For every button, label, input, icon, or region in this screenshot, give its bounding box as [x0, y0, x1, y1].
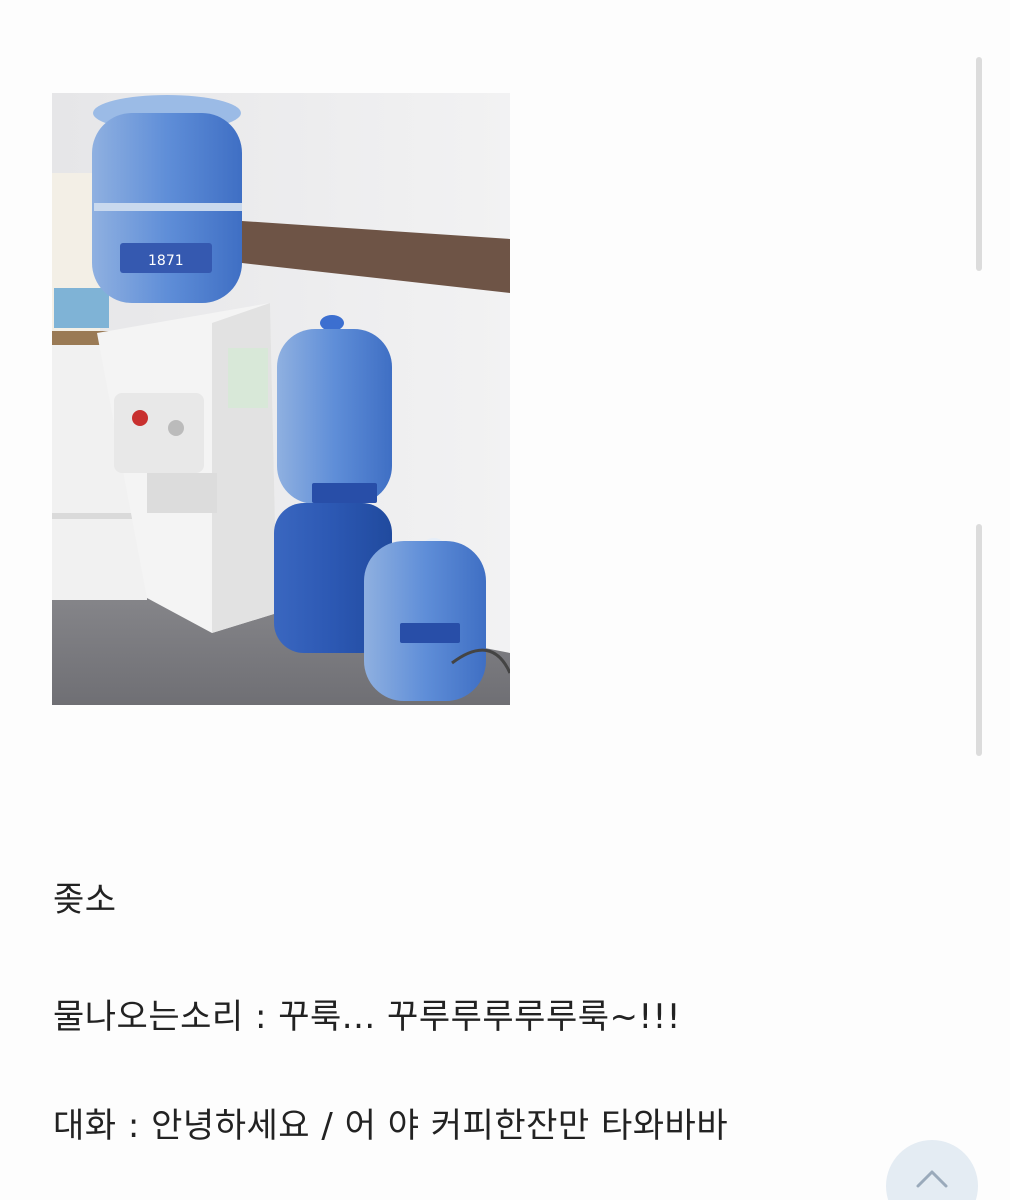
post-image[interactable]: 1871 [52, 93, 510, 705]
post-page: 1871 좆소 물나오는소리 : 꾸룩... 꾸루루루루루룩~!!! 대화 : … [0, 0, 1010, 1200]
post-text-line-2: 물나오는소리 : 꾸룩... 꾸루루루루루룩~!!! [53, 997, 681, 1037]
chevron-up-icon [916, 1170, 948, 1188]
post-text-line-1: 좆소 [53, 880, 117, 920]
scroll-to-top-button[interactable] [886, 1140, 978, 1200]
scrollbar-thumb-bottom[interactable] [976, 524, 982, 756]
scrollbar-thumb-top[interactable] [976, 57, 982, 271]
svg-text:1871: 1871 [148, 253, 184, 269]
post-text-line-3: 대화 : 안녕하세요 / 어 야 커피한잔만 타와바바 [53, 1106, 729, 1146]
